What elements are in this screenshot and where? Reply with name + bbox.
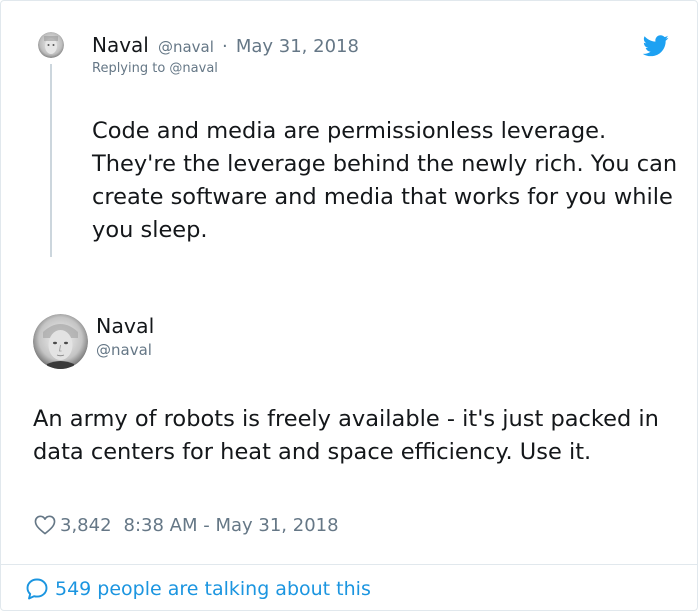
like-count[interactable]: 3,842 bbox=[60, 515, 112, 536]
conversation-link[interactable]: 549 people are talking about this bbox=[25, 576, 371, 602]
main-author-avatar[interactable] bbox=[33, 314, 88, 369]
reply-author-avatar[interactable] bbox=[38, 32, 64, 58]
footer-divider bbox=[1, 564, 697, 565]
twitter-bird-icon[interactable] bbox=[642, 35, 669, 57]
conversation-count-text[interactable]: 549 people are talking about this bbox=[55, 578, 371, 600]
speech-bubble-icon bbox=[25, 577, 49, 601]
heart-icon[interactable] bbox=[34, 515, 56, 535]
main-tweet-text: An army of robots is freely available - … bbox=[33, 406, 659, 465]
tweet-embed-card: Naval @naval · May 31, 2018 Replying to … bbox=[0, 0, 698, 611]
reply-date[interactable]: May 31, 2018 bbox=[236, 36, 359, 57]
tweet-timestamp[interactable]: 8:38 AM - May 31, 2018 bbox=[124, 515, 339, 536]
reply-header: Naval @naval · May 31, 2018 bbox=[92, 33, 359, 57]
reply-author-handle[interactable]: @naval bbox=[158, 38, 214, 56]
reply-author-name[interactable]: Naval bbox=[92, 33, 149, 57]
tweet-meta-row: 3,842 8:38 AM - May 31, 2018 bbox=[34, 513, 339, 537]
main-author-handle[interactable]: @naval bbox=[96, 341, 152, 359]
header-separator: · bbox=[222, 36, 228, 57]
replying-to-label[interactable]: Replying to @naval bbox=[92, 61, 218, 76]
reply-tweet-text: Code and media are permissionless levera… bbox=[92, 118, 678, 243]
main-author-name[interactable]: Naval bbox=[96, 314, 154, 338]
thread-connector-line bbox=[50, 64, 52, 257]
